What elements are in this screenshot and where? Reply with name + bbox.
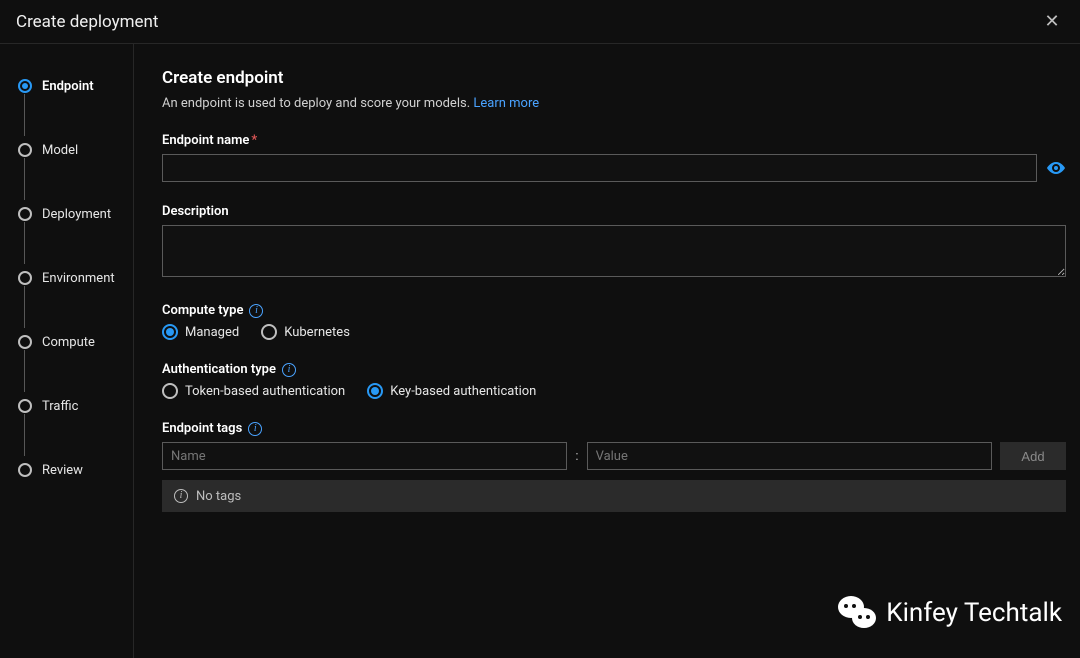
step-label: Review	[42, 463, 83, 478]
titlebar: Create deployment ✕	[0, 0, 1080, 44]
step-label: Traffic	[42, 399, 78, 414]
step-bullet-icon	[18, 143, 32, 157]
step-bullet-icon	[18, 399, 32, 413]
step-bullet-icon	[18, 207, 32, 221]
tags-label: Endpoint tags	[162, 421, 242, 436]
description-input[interactable]	[162, 225, 1066, 277]
learn-more-link[interactable]: Learn more	[473, 96, 539, 111]
auth-type-label: Authentication type	[162, 362, 276, 377]
tag-name-input[interactable]	[162, 442, 567, 470]
step-bullet-icon	[18, 271, 32, 285]
endpoint-name-input[interactable]	[162, 154, 1037, 182]
tag-separator: :	[575, 449, 578, 464]
page-heading: Create endpoint	[162, 68, 1066, 88]
step-environment[interactable]: Environment	[18, 266, 133, 290]
info-icon: i	[174, 489, 188, 503]
add-tag-button[interactable]: Add	[1000, 442, 1066, 470]
field-compute-type: Compute type i Managed Kubernetes	[162, 303, 1066, 340]
step-bullet-icon	[18, 335, 32, 349]
tag-value-input[interactable]	[587, 442, 992, 470]
field-description: Description	[162, 204, 1066, 281]
step-compute[interactable]: Compute	[18, 330, 133, 354]
radio-icon	[162, 383, 178, 399]
field-endpoint-name: Endpoint name*	[162, 133, 1066, 182]
field-endpoint-tags: Endpoint tags i : Add i No tags	[162, 421, 1066, 512]
page-description: An endpoint is used to deploy and score …	[162, 96, 1066, 111]
step-endpoint[interactable]: Endpoint	[18, 74, 133, 98]
info-icon[interactable]: i	[282, 363, 296, 377]
step-label: Model	[42, 143, 78, 158]
radio-token-auth[interactable]: Token-based authentication	[162, 383, 345, 399]
radio-key-auth[interactable]: Key-based authentication	[367, 383, 536, 399]
step-label: Endpoint	[42, 79, 94, 94]
info-icon[interactable]: i	[249, 304, 263, 318]
info-icon[interactable]: i	[248, 422, 262, 436]
main-content: Create endpoint An endpoint is used to d…	[134, 44, 1080, 658]
compute-type-options: Managed Kubernetes	[162, 324, 1066, 340]
step-deployment[interactable]: Deployment	[18, 202, 133, 226]
radio-icon	[261, 324, 277, 340]
step-review[interactable]: Review	[18, 458, 133, 482]
radio-icon	[367, 383, 383, 399]
endpoint-name-label: Endpoint name*	[162, 133, 1066, 148]
preview-icon[interactable]	[1047, 159, 1066, 178]
step-traffic[interactable]: Traffic	[18, 394, 133, 418]
wizard-steps: Endpoint Model Deployment Environment Co…	[0, 44, 134, 658]
step-label: Deployment	[42, 207, 111, 222]
radio-managed[interactable]: Managed	[162, 324, 239, 340]
description-label: Description	[162, 204, 1066, 219]
field-auth-type: Authentication type i Token-based authen…	[162, 362, 1066, 399]
required-asterisk: *	[251, 133, 257, 148]
step-bullet-icon	[18, 463, 32, 477]
auth-type-options: Token-based authentication Key-based aut…	[162, 383, 1066, 399]
radio-icon	[162, 324, 178, 340]
panel-title: Create deployment	[16, 12, 159, 32]
close-icon[interactable]: ✕	[1040, 10, 1064, 34]
step-bullet-icon	[18, 79, 32, 93]
compute-type-label: Compute type	[162, 303, 243, 318]
no-tags-message: i No tags	[162, 480, 1066, 512]
step-label: Environment	[42, 271, 115, 286]
radio-kubernetes[interactable]: Kubernetes	[261, 324, 350, 340]
step-model[interactable]: Model	[18, 138, 133, 162]
step-label: Compute	[42, 335, 95, 350]
